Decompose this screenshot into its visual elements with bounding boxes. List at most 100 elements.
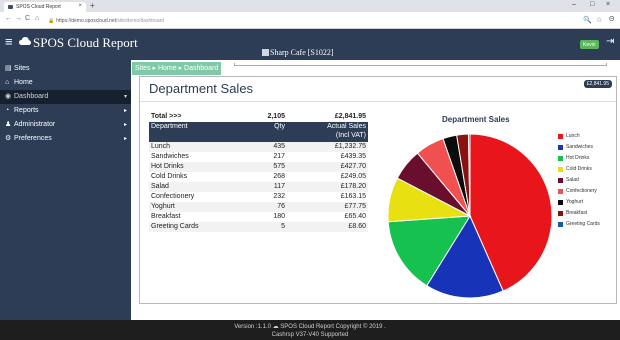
table-row: Sandwiches 217 £439.35 [149, 152, 368, 162]
bookmark-star-icon[interactable]: ☆ [596, 16, 602, 24]
lock-icon: 🔒 [48, 18, 55, 24]
menu-icon[interactable]: ≡ [5, 35, 13, 48]
legend-swatch [558, 134, 563, 139]
new-tab-button[interactable]: + [90, 1, 95, 10]
table-row: Confectionery 232 £163.15 [149, 192, 368, 202]
legend-item: Salad [558, 176, 618, 186]
chevron-down-icon: ▾ [123, 94, 127, 100]
cell-amount: £163.15 [340, 193, 366, 200]
cell-qty: 217 [273, 153, 285, 160]
header-sales-vat: (Incl VAT) [335, 132, 366, 139]
site-name-text: Sharp Cafe [S1022] [270, 48, 334, 57]
legend-swatch [558, 200, 563, 205]
panel-divider [140, 101, 616, 102]
sidebar-item-label: Reports [14, 107, 39, 114]
total-label: Total >>> [151, 113, 182, 120]
url-input[interactable]: 🔒 https://demo.sposcloud.net/site/demo/da… [44, 15, 544, 26]
table-row: Breakfast 180 £65.40 [149, 212, 368, 222]
app-header: ≡ SPOS Cloud Report Sharp Cafe [S1022] K… [0, 29, 620, 60]
table-row: Cold Drinks 268 £249.05 [149, 172, 368, 182]
user-button[interactable]: Kevin [580, 40, 599, 49]
legend-label: Hot Drinks [566, 155, 590, 161]
browser-tab[interactable]: SPOS Cloud Report × [4, 2, 86, 12]
sidebar-item-label: Preferences [14, 135, 52, 142]
sidebar-item-label: Administrator [14, 121, 56, 128]
header-qty: Qty [274, 123, 285, 130]
sidebar-item-preferences[interactable]: ⚙ Preferences ▸ [0, 132, 131, 146]
table-total-row: Total >>> 2,105 £2,841.95 [149, 112, 368, 122]
chevron-right-icon: ▸ [123, 108, 127, 114]
forward-icon[interactable]: → [15, 15, 22, 22]
sidebar-item-reports[interactable]: ◔ Reports ▸ [0, 104, 131, 118]
chevron-right-icon: ▸ [123, 136, 127, 142]
pie-chart [387, 133, 553, 299]
cell-amount: £249.05 [340, 173, 366, 180]
cell-amount: £427.70 [340, 163, 366, 170]
logout-icon[interactable]: ⇥ [606, 36, 614, 47]
table-row: Lunch 435 £1,232.75 [149, 142, 368, 152]
cell-department: Sandwiches [151, 153, 189, 160]
cell-qty: 575 [273, 163, 285, 170]
tab-close-icon[interactable]: × [78, 3, 82, 9]
dashboard-icon: ◉ [5, 93, 12, 100]
sidebar-item-label: Dashboard [14, 93, 49, 100]
cell-department: Lunch [151, 143, 171, 150]
close-window-icon[interactable]: × [606, 1, 610, 8]
header-sales: Actual Sales [327, 123, 366, 130]
address-bar-row: ← → C ⌂ 🔒 https://demo.sposcloud.net/site… [0, 12, 620, 29]
user-icon: ♟ [5, 121, 12, 128]
footer: Version :1.1.0 ☁ SPOS Cloud Report Copyr… [0, 320, 620, 340]
cell-amount: £178.20 [340, 183, 366, 190]
table-row: Salad 117 £178.20 [149, 182, 368, 192]
cell-qty: 76 [277, 203, 285, 210]
legend-item: Greeting Cards [558, 220, 618, 230]
legend-swatch [558, 178, 563, 183]
zoom-icon[interactable]: 🔍 [583, 16, 592, 24]
legend-label: Confectionery [566, 188, 597, 194]
cell-department: Breakfast [151, 213, 181, 220]
building-icon [262, 49, 269, 56]
footer-version-line: Version :1.1.0 ☁ SPOS Cloud Report Copyr… [234, 324, 386, 330]
maximize-icon[interactable]: □ [590, 1, 594, 8]
cell-amount: £439.35 [340, 153, 366, 160]
cell-department: Cold Drinks [151, 173, 188, 180]
sites-icon: ▤ [5, 65, 12, 72]
sidebar-item-administrator[interactable]: ♟ Administrator ▸ [0, 118, 131, 132]
profile-icon[interactable]: Θ [609, 16, 614, 23]
cell-department: Yoghurt [151, 203, 175, 210]
home-nav-icon: ⌂ [5, 79, 10, 86]
url-path: /site/demo/dashboard [116, 18, 165, 24]
sidebar-item-sites[interactable]: ▤ Sites [0, 62, 131, 76]
cell-department: Hot Drinks [151, 163, 184, 170]
cell-amount: £8.60 [348, 223, 366, 230]
total-badge: £2,841.95 [583, 80, 612, 88]
legend-item: Lunch [558, 132, 618, 142]
total-qty: 2,105 [267, 113, 285, 120]
sidebar-item-label: Home [14, 79, 33, 86]
chevron-right-icon: ▸ [123, 122, 127, 128]
back-icon[interactable]: ← [5, 15, 12, 22]
table-row: Yoghurt 76 £77.75 [149, 202, 368, 212]
sidebar: ▤ Sites ⌂ Home ◉ Dashboard ▾ ◔ Reports ▸ ♟ Ad… [0, 60, 131, 320]
table-row: Greeting Cards 5 £8.60 [149, 222, 368, 232]
legend-item: Breakfast [558, 209, 618, 219]
breadcrumb[interactable]: Sites ▸ Home ▸ Dashboard [132, 62, 222, 75]
home-icon[interactable]: ⌂ [35, 15, 39, 22]
legend-item: Sandwiches [558, 143, 618, 153]
cell-amount: £1,232.75 [334, 143, 366, 150]
legend-swatch [558, 189, 563, 194]
tab-title: SPOS Cloud Report [16, 4, 61, 10]
legend-label: Sandwiches [566, 144, 593, 150]
legend-item: Yoghurt [558, 198, 618, 208]
legend-swatch [558, 222, 563, 227]
cell-qty: 435 [273, 143, 285, 150]
legend-swatch [558, 156, 563, 161]
department-sales-panel: Department Sales £2,841.95 Total >>> 2,1… [139, 76, 617, 304]
legend-swatch [558, 211, 563, 216]
sidebar-item-home[interactable]: ⌂ Home [0, 76, 131, 90]
header-department: Department [151, 123, 188, 130]
minimize-icon[interactable]: – [572, 1, 576, 8]
legend-item: Hot Drinks [558, 154, 618, 164]
reload-icon[interactable]: C [25, 15, 30, 22]
sidebar-item-dashboard[interactable]: ◉ Dashboard ▾ [0, 90, 131, 104]
